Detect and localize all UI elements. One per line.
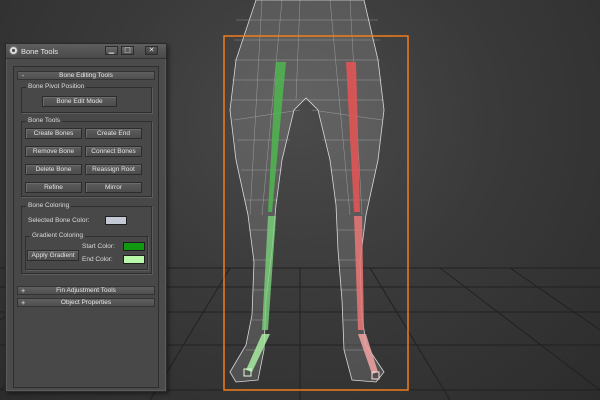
remove-bone-button[interactable]: Remove Bone (25, 146, 82, 157)
group-label: Gradient Coloring (30, 232, 85, 240)
delete-bone-button[interactable]: Delete Bone (25, 164, 82, 175)
mirror-button[interactable]: Mirror (85, 182, 142, 193)
group-gradient-coloring: Gradient Coloring Apply Gradient Start C… (25, 232, 148, 270)
minimize-button[interactable]: ▁ (105, 46, 118, 55)
rollout-label: Fin Adjustment Tools (56, 287, 116, 294)
window-title: Bone Tools (21, 47, 58, 56)
app-logo-icon (9, 46, 18, 55)
end-color-label: End Color: (82, 256, 113, 263)
connect-bones-button[interactable]: Connect Bones (85, 146, 142, 157)
selected-bone-color-label: Selected Bone Color: (28, 217, 90, 224)
bone-edit-mode-button[interactable]: Bone Edit Mode (42, 96, 117, 107)
refine-button[interactable]: Refine (25, 182, 82, 193)
start-color-swatch[interactable] (123, 242, 145, 251)
rollout-label: Bone Editing Tools (59, 72, 113, 79)
end-color-swatch[interactable] (123, 255, 145, 264)
rollout-container: - Bone Editing Tools Bone Pivot Position… (13, 66, 159, 388)
bone-tools-window[interactable]: Bone Tools ▁ □ ✕ - Bone Editing Tools Bo… (5, 43, 167, 392)
window-titlebar[interactable]: Bone Tools ▁ □ ✕ (6, 44, 166, 59)
group-bone-pivot-position: Bone Pivot Position Bone Edit Mode (21, 83, 152, 113)
rollout-label: Object Properties (60, 299, 112, 306)
rollout-bone-editing-tools[interactable]: - Bone Editing Tools (17, 71, 155, 80)
maximize-button[interactable]: □ (121, 46, 134, 55)
rollout-fin-adjustment-tools[interactable]: + Fin Adjustment Tools (17, 286, 155, 295)
group-label: Bone Tools (26, 117, 63, 125)
group-label: Bone Pivot Position (26, 83, 87, 91)
group-bone-tools: Bone Tools Create Bones Create End Remov… (21, 117, 152, 197)
reassign-root-button[interactable]: Reassign Root (85, 164, 142, 175)
start-color-label: Start Color: (82, 243, 115, 250)
create-bones-button[interactable]: Create Bones (25, 128, 82, 139)
group-bone-coloring: Bone Coloring Selected Bone Color: Gradi… (21, 202, 152, 274)
selected-bone-color-swatch[interactable] (105, 216, 127, 225)
group-label: Bone Coloring (26, 202, 72, 210)
close-button[interactable]: ✕ (145, 46, 158, 55)
rollout-object-properties[interactable]: + Object Properties (17, 298, 155, 307)
apply-gradient-button[interactable]: Apply Gradient (27, 250, 79, 261)
create-end-button[interactable]: Create End (85, 128, 142, 139)
